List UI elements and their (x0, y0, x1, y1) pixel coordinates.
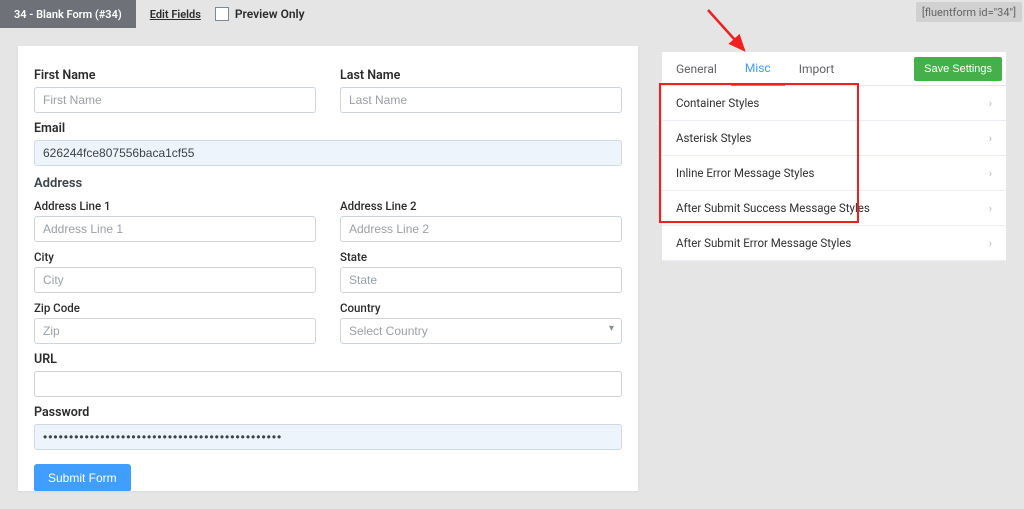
email-label: Email (34, 121, 622, 136)
chevron-right-icon: › (989, 202, 992, 215)
password-input[interactable] (34, 424, 622, 450)
settings-tabs: General Misc Import Save Settings (662, 52, 1006, 86)
country-select[interactable]: Select Country (340, 318, 622, 344)
chevron-right-icon: › (989, 132, 992, 145)
addr1-label: Address Line 1 (34, 199, 316, 213)
first-name-input[interactable] (34, 87, 316, 113)
state-input[interactable] (340, 267, 622, 293)
acc-label: Inline Error Message Styles (676, 166, 814, 180)
acc-label: After Submit Success Message Styles (676, 201, 870, 215)
acc-container-styles[interactable]: Container Styles › (662, 86, 1006, 121)
preview-only-toggle[interactable]: Preview Only (215, 0, 305, 28)
addr2-input[interactable] (340, 216, 622, 242)
save-settings-button[interactable]: Save Settings (914, 57, 1002, 81)
acc-label: Asterisk Styles (676, 131, 751, 145)
acc-inline-error-styles[interactable]: Inline Error Message Styles › (662, 156, 1006, 191)
password-label: Password (34, 405, 622, 420)
preview-only-checkbox[interactable] (215, 7, 229, 21)
acc-label: Container Styles (676, 96, 759, 110)
form-preview: First Name Last Name Email Address Addre… (18, 46, 638, 491)
first-name-label: First Name (34, 68, 316, 83)
state-label: State (340, 250, 622, 264)
acc-error-message-styles[interactable]: After Submit Error Message Styles › (662, 226, 1006, 261)
city-input[interactable] (34, 267, 316, 293)
chevron-right-icon: › (989, 97, 992, 110)
zip-label: Zip Code (34, 301, 316, 315)
chevron-right-icon: › (989, 237, 992, 250)
edit-fields-link[interactable]: Edit Fields (136, 0, 215, 28)
address-group-label: Address (34, 176, 622, 191)
email-input[interactable] (34, 140, 622, 166)
topbar: 34 - Blank Form (#34) Edit Fields Previe… (0, 0, 1024, 28)
acc-asterisk-styles[interactable]: Asterisk Styles › (662, 121, 1006, 156)
shortcode-display[interactable]: [fluentform id="34"] (916, 2, 1022, 22)
tab-misc[interactable]: Misc (731, 52, 785, 86)
submit-button[interactable]: Submit Form (34, 464, 131, 491)
tab-general[interactable]: General (662, 53, 731, 85)
acc-success-message-styles[interactable]: After Submit Success Message Styles › (662, 191, 1006, 226)
url-input[interactable] (34, 371, 622, 397)
tab-import[interactable]: Import (785, 53, 849, 85)
city-label: City (34, 250, 316, 264)
addr1-input[interactable] (34, 216, 316, 242)
country-label: Country (340, 301, 622, 315)
addr2-label: Address Line 2 (340, 199, 622, 213)
zip-input[interactable] (34, 318, 316, 344)
last-name-input[interactable] (340, 87, 622, 113)
chevron-right-icon: › (989, 167, 992, 180)
form-title: 34 - Blank Form (#34) (0, 0, 136, 28)
settings-panel: General Misc Import Save Settings Contai… (662, 52, 1006, 491)
url-label: URL (34, 352, 622, 367)
acc-label: After Submit Error Message Styles (676, 236, 851, 250)
last-name-label: Last Name (340, 68, 622, 83)
preview-only-label: Preview Only (235, 7, 305, 21)
misc-accordion: Container Styles › Asterisk Styles › Inl… (662, 86, 1006, 261)
